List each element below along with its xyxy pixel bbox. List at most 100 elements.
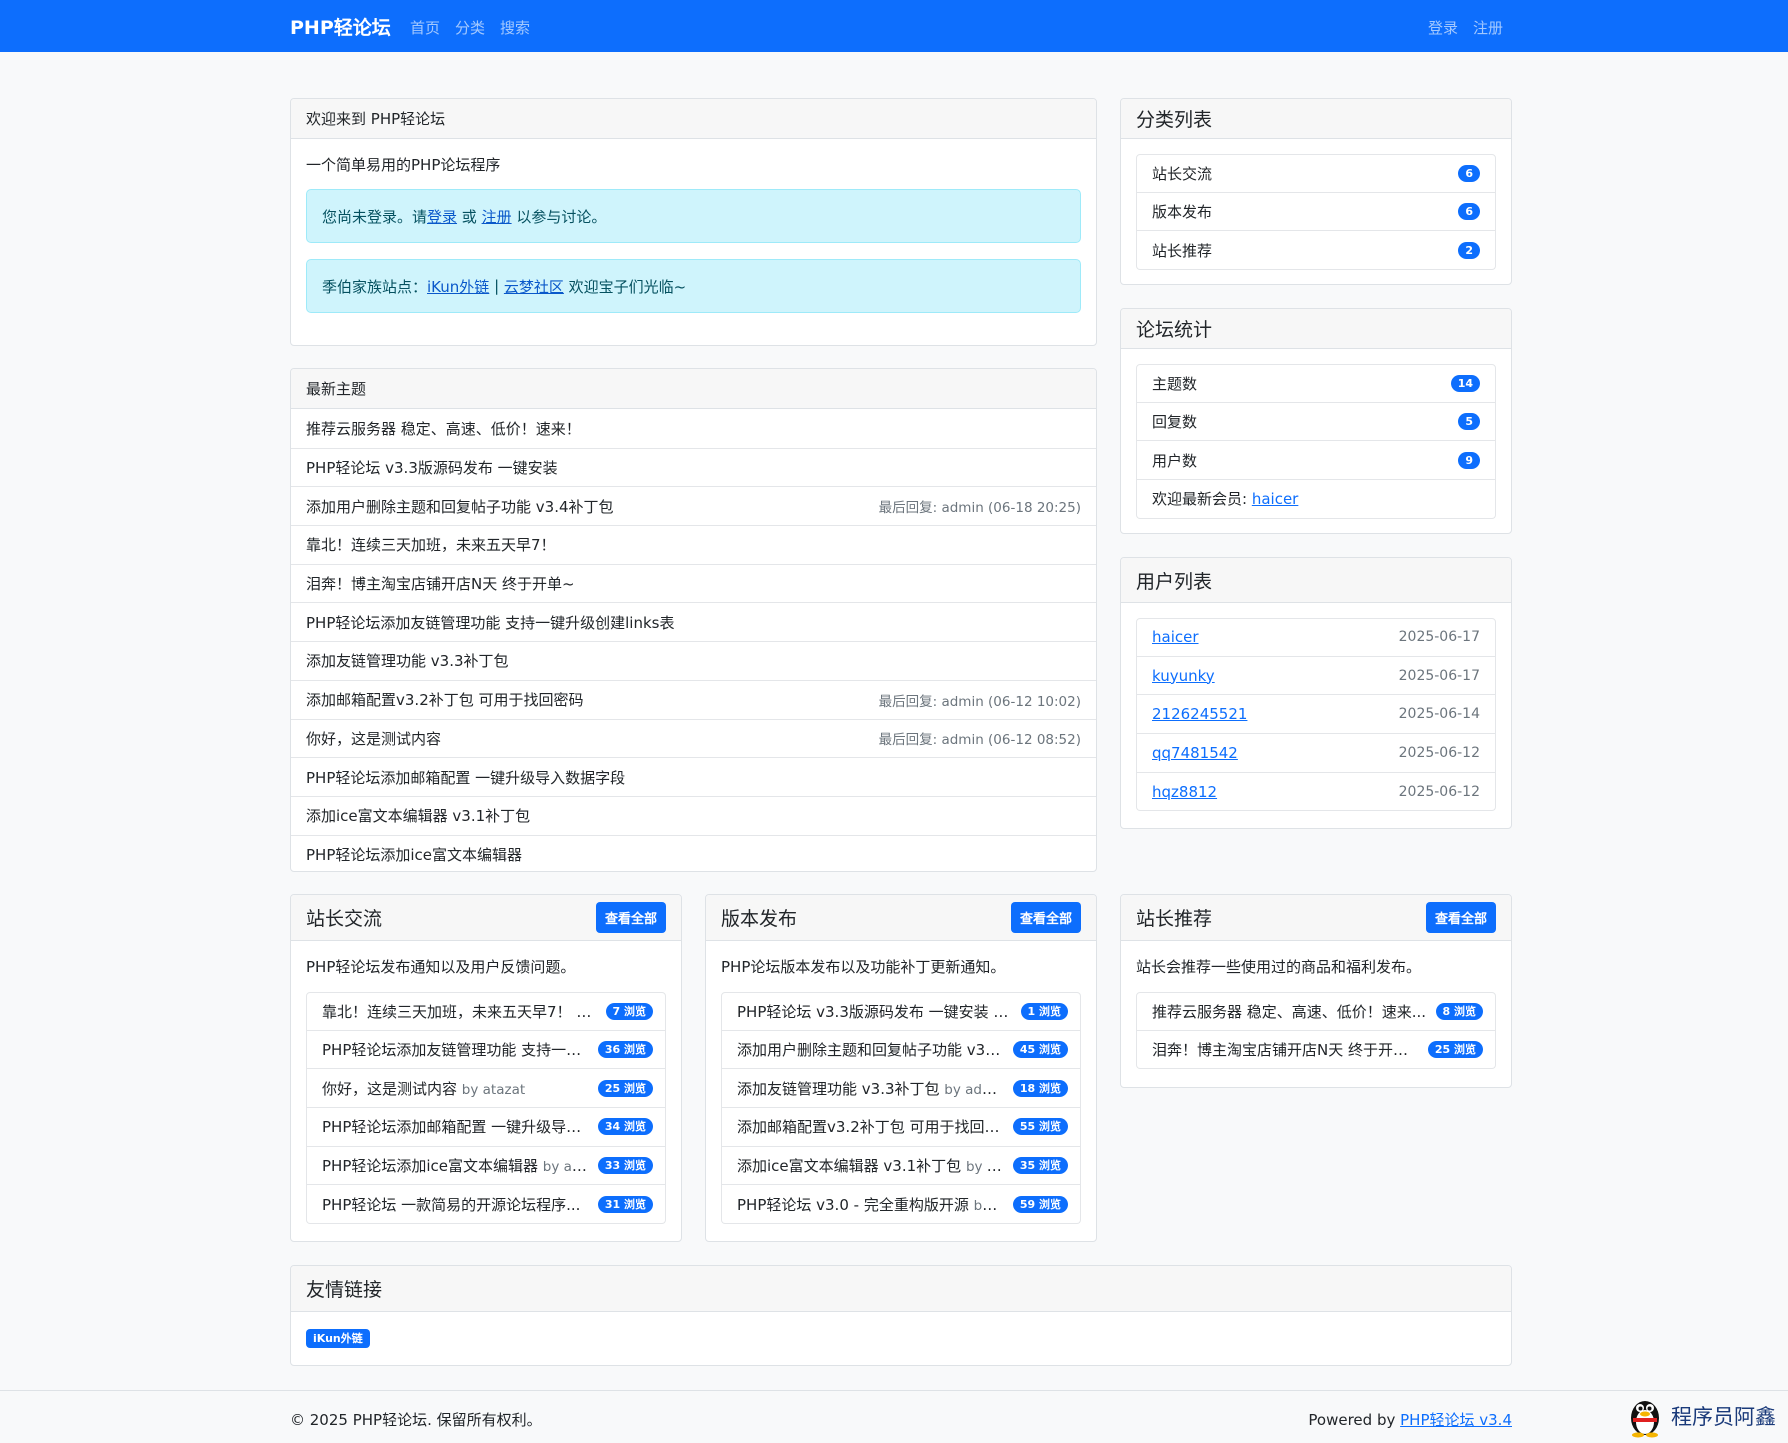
nav-register[interactable]: 注册 (1473, 17, 1503, 38)
topic-title[interactable]: PHP轻论坛添加邮箱配置 一键升级导入数据字段 (306, 767, 625, 788)
section-topic-item[interactable]: 添加邮箱配置v3.2补丁包 可用于找回密... 55 浏览 (721, 1108, 1081, 1147)
section-topic-item[interactable]: 添加友链管理功能 v3.3补丁包 by admin 18 浏览 (721, 1069, 1081, 1109)
section-topic-item[interactable]: 添加ice富文本编辑器 v3.1补丁包 by a... 35 浏览 (721, 1146, 1081, 1186)
category-name[interactable]: 站长交流 (1152, 163, 1212, 184)
topic-title[interactable]: PHP轻论坛添加ice富文本编辑器 (306, 844, 522, 865)
topic-title[interactable]: 泪奔！博主淘宝店铺开店N天 终于开单~ (306, 573, 575, 594)
section-topic-item[interactable]: PHP轻论坛 一款简易的开源论坛程序... 31 浏览 (306, 1185, 666, 1225)
yunmeng-link[interactable]: 云梦社区 (504, 276, 564, 297)
section-topic-title[interactable]: PHP轻论坛 v3.0 - 完全重构版开源 (737, 1196, 969, 1214)
section-topic-title[interactable]: 推荐云服务器 稳定、高速、低价！速来... (1152, 1003, 1426, 1021)
section-topic-author: by atazat (461, 1081, 526, 1098)
alert-login-link[interactable]: 登录 (427, 206, 457, 227)
welcome-body: 一个简单易用的PHP论坛程序 您尚未登录。请 登录 或 注册 以参与讨论。 季伯… (291, 139, 1096, 328)
views-badge: 1 浏览 (1020, 1002, 1068, 1020)
section-topic-item[interactable]: PHP轻论坛添加ice富文本编辑器 by ad... 33 浏览 (306, 1146, 666, 1186)
view-all-button[interactable]: 查看全部 (595, 902, 666, 933)
topic-row[interactable]: 靠北！连续三天加班，未来五天早7！ (291, 525, 1096, 564)
topic-row[interactable]: 你好，这是测试内容 最后回复: admin (06-12 08:52) (291, 718, 1096, 758)
section-description: PHP论坛版本发布以及功能补丁更新通知。 (721, 958, 1006, 976)
topic-row[interactable]: PHP轻论坛添加ice富文本编辑器 (291, 834, 1096, 871)
section-topic-title[interactable]: 添加ice富文本编辑器 v3.1补丁包 (737, 1157, 961, 1175)
newest-member-link[interactable]: haicer (1252, 490, 1299, 508)
section-topic-item[interactable]: 泪奔！博主淘宝店铺开店N天 终于开单... 25 浏览 (1136, 1030, 1496, 1070)
nav-category[interactable]: 分类 (455, 17, 485, 38)
topic-title[interactable]: 靠北！连续三天加班，未来五天早7！ (306, 534, 556, 555)
section-topic-title[interactable]: 靠北！连续三天加班，未来五天早7！ (322, 1003, 572, 1021)
category-count-badge: 6 (1458, 203, 1480, 221)
user-link[interactable]: hqz8812 (1152, 783, 1217, 801)
section-topic-item[interactable]: PHP轻论坛添加友链管理功能 支持一键... 36 浏览 (306, 1030, 666, 1070)
welcome-header: 欢迎来到 PHP轻论坛 (291, 99, 1096, 139)
topic-row[interactable]: 添加友链管理功能 v3.3补丁包 (291, 641, 1096, 680)
section-topic-title[interactable]: PHP轻论坛添加友链管理功能 支持一键... (322, 1041, 590, 1059)
nav-search[interactable]: 搜索 (500, 17, 530, 38)
user-link[interactable]: qq7481542 (1152, 744, 1238, 762)
family-alert-text: 季伯家族站点： (322, 277, 428, 296)
section-topic-item[interactable]: PHP轻论坛添加邮箱配置 一键升级导入... 34 浏览 (306, 1108, 666, 1147)
topic-title[interactable]: 添加邮箱配置v3.2补丁包 可用于找回密码 (306, 689, 584, 710)
category-item[interactable]: 站长交流 6 (1136, 154, 1496, 193)
section-topic-item[interactable]: PHP轻论坛 v3.3版源码发布 一键安装 b... 1 浏览 (721, 992, 1081, 1031)
topic-row[interactable]: PHP轻论坛 v3.3版源码发布 一键安装 (291, 447, 1096, 487)
nav-home[interactable]: 首页 (410, 17, 440, 38)
stat-item: 用户数 9 (1136, 441, 1496, 481)
nav-login[interactable]: 登录 (1428, 17, 1458, 38)
topic-row[interactable]: 推荐云服务器 稳定、高速、低价！速来！ (291, 409, 1096, 448)
topic-title[interactable]: 添加用户删除主题和回复帖子功能 v3.4补丁包 (306, 496, 614, 517)
views-badge: 33 浏览 (597, 1157, 653, 1175)
section-topic-title[interactable]: 添加邮箱配置v3.2补丁包 可用于找回密... (737, 1118, 1005, 1136)
user-join-date: 2025-06-12 (1398, 744, 1480, 761)
friend-link-badge[interactable]: iKun外链 (306, 1329, 370, 1348)
user-link[interactable]: 2126245521 (1152, 705, 1247, 723)
stat-count-badge: 14 (1450, 374, 1480, 392)
topic-title[interactable]: PHP轻论坛添加友链管理功能 支持一键升级创建links表 (306, 612, 674, 633)
forum-stats-body: 主题数 14 回复数 5 用户数 9 欢迎最新会员: haicer (1121, 349, 1511, 533)
topic-title[interactable]: 你好，这是测试内容 (306, 728, 441, 749)
section-topic-title[interactable]: 泪奔！博主淘宝店铺开店N天 终于开单... (1152, 1041, 1420, 1059)
brand-logo[interactable]: PHP轻论坛 (290, 13, 391, 40)
view-all-button[interactable]: 查看全部 (1010, 902, 1081, 933)
category-list-header: 分类列表 (1121, 99, 1511, 139)
user-list-title: 用户列表 (1136, 570, 1213, 593)
welcome-title: 欢迎来到 PHP轻论坛 (306, 110, 446, 128)
section-topic-title[interactable]: 添加友链管理功能 v3.3补丁包 (737, 1080, 940, 1098)
section-topic-item[interactable]: 添加用户删除主题和回复帖子功能 v3.4... 45 浏览 (721, 1030, 1081, 1070)
section-topic-item[interactable]: 推荐云服务器 稳定、高速、低价！速来... 8 浏览 (1136, 992, 1496, 1031)
section-topic-item[interactable]: 你好，这是测试内容 by atazat 25 浏览 (306, 1069, 666, 1109)
user-link[interactable]: kuyunky (1152, 667, 1215, 685)
ikun-link[interactable]: iKun外链 (427, 276, 489, 297)
topic-title[interactable]: 添加友链管理功能 v3.3补丁包 (306, 650, 509, 671)
section-topic-title[interactable]: PHP轻论坛 v3.3版源码发布 一键安装 (737, 1003, 989, 1021)
section-topic-title[interactable]: PHP轻论坛添加邮箱配置 一键升级导入... (322, 1118, 590, 1136)
views-badge: 8 浏览 (1435, 1002, 1483, 1020)
category-item[interactable]: 站长推荐 2 (1136, 231, 1496, 271)
topic-row[interactable]: 泪奔！博主淘宝店铺开店N天 终于开单~ (291, 563, 1096, 603)
topic-row[interactable]: 添加ice富文本编辑器 v3.1补丁包 (291, 795, 1096, 835)
watermark: 程序员阿鑫 (1625, 1394, 1776, 1438)
section-topic-title[interactable]: 添加用户删除主题和回复帖子功能 v3.4... (737, 1041, 1005, 1059)
category-item[interactable]: 版本发布 6 (1136, 192, 1496, 232)
topic-title[interactable]: 添加ice富文本编辑器 v3.1补丁包 (306, 805, 530, 826)
user-item: qq7481542 2025-06-12 (1136, 734, 1496, 773)
section-topic-item[interactable]: 靠北！连续三天加班，未来五天早7！ b... 7 浏览 (306, 992, 666, 1031)
category-count-badge: 2 (1458, 241, 1480, 259)
section-topic-title[interactable]: PHP轻论坛 一款简易的开源论坛程序... (322, 1196, 580, 1214)
topic-row[interactable]: PHP轻论坛添加友链管理功能 支持一键升级创建links表 (291, 602, 1096, 641)
section-topic-title[interactable]: 你好，这是测试内容 (322, 1080, 457, 1098)
topic-title[interactable]: 推荐云服务器 稳定、高速、低价！速来！ (306, 418, 581, 439)
section-title: 版本发布 (721, 908, 798, 930)
alert-register-link[interactable]: 注册 (482, 206, 512, 227)
footer-powered-link[interactable]: PHP轻论坛 v3.4 (1400, 1411, 1512, 1429)
section-topic-item[interactable]: PHP轻论坛 v3.0 - 完全重构版开源 by ... 59 浏览 (721, 1185, 1081, 1225)
topic-row[interactable]: 添加用户删除主题和回复帖子功能 v3.4补丁包 最后回复: admin (06-1… (291, 486, 1096, 525)
category-name[interactable]: 站长推荐 (1152, 240, 1212, 261)
topic-row[interactable]: PHP轻论坛添加邮箱配置 一键升级导入数据字段 (291, 757, 1096, 796)
topic-title[interactable]: PHP轻论坛 v3.3版源码发布 一键安装 (306, 457, 558, 478)
section-topic-title[interactable]: PHP轻论坛添加ice富文本编辑器 (322, 1157, 538, 1175)
topic-row[interactable]: 添加邮箱配置v3.2补丁包 可用于找回密码 最后回复: admin (06-12 … (291, 679, 1096, 719)
view-all-button[interactable]: 查看全部 (1425, 902, 1496, 933)
category-name[interactable]: 版本发布 (1152, 201, 1212, 222)
user-link[interactable]: haicer (1152, 628, 1199, 646)
stat-label: 用户数 (1152, 451, 1198, 470)
